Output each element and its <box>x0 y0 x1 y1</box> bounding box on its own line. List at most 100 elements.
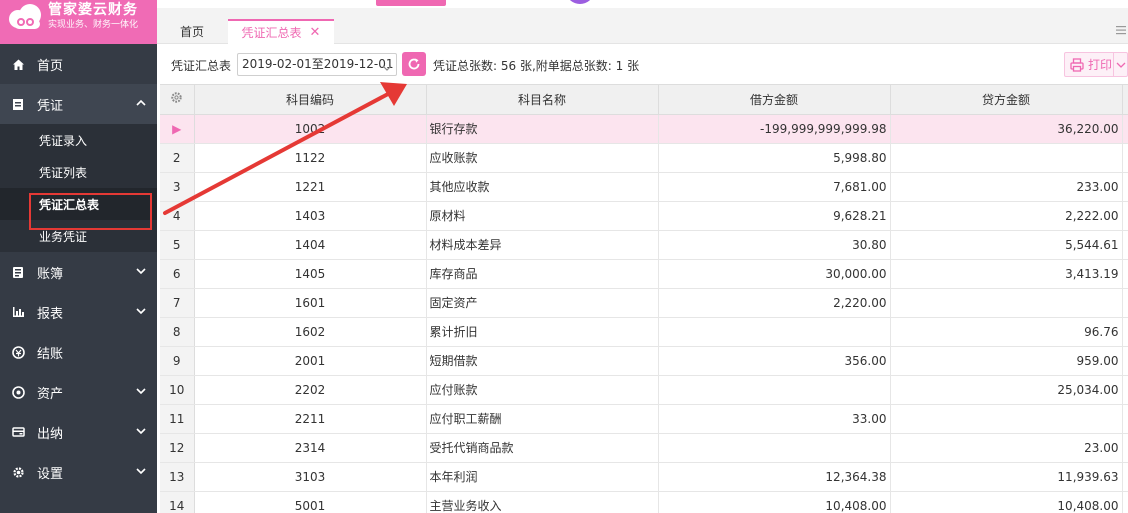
table-header-row: 科目编码 科目名称 借方金额 贷方金额 <box>160 85 1128 115</box>
header-pink-badge <box>376 0 446 6</box>
row-filler <box>1122 462 1128 492</box>
logo-subtitle: 实现业务、财务一体化 <box>48 20 139 30</box>
credit-amount-cell: 23.00 <box>890 433 1123 463</box>
table-row[interactable]: 7 1601 固定资产 2,220.00 <box>160 288 1128 318</box>
print-button[interactable]: 打印 <box>1064 52 1128 77</box>
column-header-debit[interactable]: 借方金额 <box>658 85 891 115</box>
sidebar-item-voucher[interactable]: 凭证 <box>0 84 157 124</box>
sidebar-item-label: 资产 <box>37 386 64 402</box>
row-index: 8 <box>160 317 195 347</box>
refresh-button[interactable] <box>402 52 426 76</box>
row-index: 4 <box>160 201 195 231</box>
sidebar-item-settings[interactable]: 设置 <box>0 452 157 492</box>
asset-icon <box>11 385 25 399</box>
row-filler <box>1122 375 1128 405</box>
column-header-account-code[interactable]: 科目编码 <box>194 85 427 115</box>
table-row[interactable]: 2 1122 应收账款 5,998.80 <box>160 143 1128 173</box>
credit-amount-cell: 96.76 <box>890 317 1123 347</box>
logo: 管家婆云财务 实现业务、财务一体化 <box>0 0 157 44</box>
account-code-cell: 1602 <box>194 317 427 347</box>
sidebar-item-assets[interactable]: 资产 <box>0 372 157 412</box>
table-row[interactable]: 3 1221 其他应收款 7,681.00 233.00 <box>160 172 1128 202</box>
account-name-cell: 应付职工薪酬 <box>426 404 659 434</box>
chevron-down-icon <box>135 305 147 317</box>
sidebar-item-label: 出纳 <box>37 426 64 442</box>
debit-amount-cell: 7,681.00 <box>658 172 891 202</box>
account-name-cell: 其他应收款 <box>426 172 659 202</box>
account-code-cell: 2202 <box>194 375 427 405</box>
account-name-cell: 原材料 <box>426 201 659 231</box>
sidebar-item-home[interactable]: 首页 <box>0 44 157 84</box>
table-row[interactable]: 13 3103 本年利润 12,364.38 11,939.63 <box>160 462 1128 492</box>
table-row[interactable]: 4 1403 原材料 9,628.21 2,222.00 <box>160 201 1128 231</box>
logo-title: 管家婆云财务 <box>48 2 138 18</box>
row-index: 12 <box>160 433 195 463</box>
account-code-cell: 5001 <box>194 491 427 513</box>
table-row[interactable]: 10 2202 应付账款 25,034.00 <box>160 375 1128 405</box>
row-index: 6 <box>160 259 195 289</box>
sidebar-subitem-label: 业务凭证 <box>39 229 88 244</box>
tab-home[interactable]: 首页 <box>157 19 227 44</box>
row-filler <box>1122 317 1128 347</box>
sidebar-item-label: 账簿 <box>37 266 64 282</box>
account-name-cell: 累计折旧 <box>426 317 659 347</box>
account-name-cell: 材料成本差异 <box>426 230 659 260</box>
sidebar-item-settle[interactable]: 结账 <box>0 332 157 372</box>
table-row[interactable]: 14 5001 主营业务收入 10,408.00 10,408.00 <box>160 491 1128 513</box>
table-row[interactable]: ▶ 1002 银行存款 -199,999,999,999.98 36,220.00 <box>160 114 1128 144</box>
sidebar-subitem-voucher-list[interactable]: 凭证列表 <box>0 156 157 188</box>
debit-amount-cell: 5,998.80 <box>658 143 891 173</box>
cashier-icon <box>11 425 25 439</box>
debit-amount-cell: 10,408.00 <box>658 491 891 513</box>
print-label: 打印 <box>1088 58 1113 72</box>
table-row[interactable]: 6 1405 库存商品 30,000.00 3,413.19 <box>160 259 1128 289</box>
account-code-cell: 1403 <box>194 201 427 231</box>
credit-amount-cell: 2,222.00 <box>890 201 1123 231</box>
header-avatar <box>567 0 593 4</box>
close-icon[interactable]: ✕ <box>310 25 321 40</box>
date-range-select[interactable]: 2019-02-01至2019-12-01 <box>237 53 397 76</box>
sidebar-item-reports[interactable]: 报表 <box>0 292 157 332</box>
debit-amount-cell: -199,999,999,999.98 <box>658 114 891 144</box>
table-row[interactable]: 11 2211 应付职工薪酬 33.00 <box>160 404 1128 434</box>
credit-amount-cell: 25,034.00 <box>890 375 1123 405</box>
tab-menu-icon[interactable] <box>1116 24 1126 35</box>
chart-icon <box>11 305 25 319</box>
sidebar-item-label: 首页 <box>37 58 64 74</box>
row-filler <box>1122 143 1128 173</box>
account-name-cell: 固定资产 <box>426 288 659 318</box>
row-index: 11 <box>160 404 195 434</box>
sidebar-item-label: 报表 <box>37 306 64 322</box>
account-code-cell: 3103 <box>194 462 427 492</box>
row-filler <box>1122 172 1128 202</box>
table-row[interactable]: 8 1602 累计折旧 96.76 <box>160 317 1128 347</box>
sidebar-subitem-voucher-entry[interactable]: 凭证录入 <box>0 124 157 156</box>
table-row[interactable]: 5 1404 材料成本差异 30.80 5,544.61 <box>160 230 1128 260</box>
table-row[interactable]: 9 2001 短期借款 356.00 959.00 <box>160 346 1128 376</box>
gear-icon <box>11 465 25 479</box>
column-header-account-name[interactable]: 科目名称 <box>426 85 659 115</box>
account-code-cell: 1601 <box>194 288 427 318</box>
table-row[interactable]: 12 2314 受托代销商品款 23.00 <box>160 433 1128 463</box>
column-header-credit[interactable]: 贷方金额 <box>890 85 1123 115</box>
account-name-cell: 本年利润 <box>426 462 659 492</box>
debit-amount-cell: 30.80 <box>658 230 891 260</box>
account-code-cell: 1221 <box>194 172 427 202</box>
sidebar-item-books[interactable]: 账簿 <box>0 252 157 292</box>
debit-amount-cell: 356.00 <box>658 346 891 376</box>
debit-amount-cell: 9,628.21 <box>658 201 891 231</box>
tab-voucher-summary[interactable]: 凭证汇总表 ✕ <box>228 19 334 44</box>
chevron-down-icon[interactable] <box>1116 59 1126 69</box>
credit-amount-cell: 5,544.61 <box>890 230 1123 260</box>
voucher-icon <box>11 97 25 111</box>
row-index: 13 <box>160 462 195 492</box>
toolbar-title: 凭证汇总表 <box>171 59 232 73</box>
credit-amount-cell <box>890 288 1123 318</box>
account-name-cell: 短期借款 <box>426 346 659 376</box>
account-name-cell: 主营业务收入 <box>426 491 659 513</box>
column-settings[interactable] <box>160 85 195 115</box>
chevron-down-icon <box>135 385 147 397</box>
account-name-cell: 应收账款 <box>426 143 659 173</box>
sidebar-item-cashier[interactable]: 出纳 <box>0 412 157 452</box>
sidebar-subitem-label: 凭证列表 <box>39 165 88 180</box>
